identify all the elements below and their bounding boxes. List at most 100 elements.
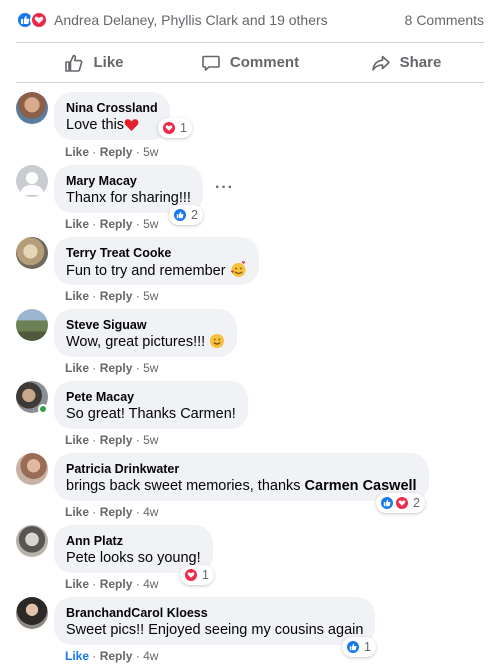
like-reaction-icon [172,207,188,223]
love-reaction-icon [183,567,199,583]
mention-link[interactable]: Carmen Caswell [305,478,417,494]
separator: · [135,361,140,375]
comment-time[interactable]: 5w [143,217,158,231]
like-reaction-icon [345,639,361,655]
action-bar: Like Comment Share [16,42,484,83]
comment-meta: Like · Reply · 5w [65,217,158,231]
comment-time[interactable]: 5w [143,145,158,159]
separator: · [135,505,140,519]
share-button-label: Share [399,54,442,71]
comment-bubble: Nina Crossland Love this [54,92,170,140]
comment-author[interactable]: BranchandCarol Kloess [66,605,363,621]
separator: · [92,289,97,303]
separator: · [135,289,140,303]
separator: · [135,433,140,447]
comment-like-link[interactable]: Like [65,505,89,519]
avatar[interactable] [16,237,48,269]
comment-reply-link[interactable]: Reply [100,361,133,375]
avatar[interactable] [16,165,48,197]
separator: · [92,505,97,519]
comment-reply-link[interactable]: Reply [100,145,133,159]
comment-meta: Like · Reply · 5w [65,289,158,303]
comment-reaction-badge[interactable]: 2 [376,493,425,513]
comment-count-link[interactable]: 8 Comments [405,12,484,28]
like-button[interactable]: Like [16,43,172,82]
comment-like-link[interactable]: Like [65,145,89,159]
comment-text: So great! Thanks Carmen! [66,406,236,422]
avatar[interactable] [16,92,48,124]
comment-reaction-badge[interactable]: 1 [158,118,192,138]
separator: · [92,145,97,159]
comment-time[interactable]: 5w [143,289,158,303]
comment-text: Pete looks so young! [66,550,201,566]
comment-bubble: Steve Siguaw Wow, great pictures!!! [54,309,238,357]
separator: · [92,433,97,447]
share-arrow-icon [371,55,390,71]
separator: · [135,649,140,663]
avatar[interactable] [16,525,48,557]
avatar[interactable] [16,309,48,341]
comment-time[interactable]: 5w [143,433,158,447]
comment-like-link[interactable]: Like [65,289,89,303]
comment-author[interactable]: Mary Macay [66,173,191,189]
comment-meta: Like · Reply · 4w [65,577,158,591]
avatar[interactable] [16,453,48,485]
comment-reaction-badge[interactable]: 1 [342,637,376,657]
separator: · [92,649,97,663]
comment-time[interactable]: 4w [143,577,158,591]
comment-reply-link[interactable]: Reply [100,577,133,591]
comment-text: Love this [66,117,125,133]
comment-bubble: Patricia Drinkwater brings back sweet me… [54,453,429,501]
heart-emoji-icon [124,118,139,138]
comment-like-link[interactable]: Like [65,433,89,447]
more-options-button[interactable]: ··· [215,179,234,197]
comment-text: Wow, great pictures!!! [66,334,206,350]
thumbs-up-icon [65,54,83,72]
share-button[interactable]: Share [328,43,484,82]
default-avatar-icon [20,172,44,195]
comment-author[interactable]: Patricia Drinkwater [66,461,417,477]
separator: · [135,577,140,591]
comment-reply-link[interactable]: Reply [100,505,133,519]
comment-author[interactable]: Terry Treat Cooke [66,245,247,261]
reaction-count: 1 [202,568,209,582]
comment-meta: Like · Reply · 4w [65,649,158,663]
comment-bubble: BranchandCarol Kloess Sweet pics!! Enjoy… [54,597,376,645]
comment-like-link[interactable]: Like [65,649,89,663]
smiling-face-icon [209,333,225,355]
comment-reaction-badge[interactable]: 2 [169,205,203,225]
comment-reaction-badge[interactable]: 1 [180,565,214,585]
online-status-indicator [38,404,48,414]
comment-reply-link[interactable]: Reply [100,289,133,303]
comment-time[interactable]: 4w [143,649,158,663]
love-reaction-icon [161,120,177,136]
comment-meta: Like · Reply · 4w [65,505,158,519]
comment-like-link[interactable]: Like [65,361,89,375]
comment-author[interactable]: Ann Platz [66,533,201,549]
separator: · [92,361,97,375]
reaction-count: 2 [413,496,420,510]
love-reaction-icon [30,11,48,29]
comment-reply-link[interactable]: Reply [100,649,133,663]
comment-time[interactable]: 4w [143,505,158,519]
comment-meta: Like · Reply · 5w [65,145,158,159]
avatar[interactable] [16,597,48,629]
comment-author[interactable]: Nina Crossland [66,100,158,116]
comment-meta: Like · Reply · 5w [65,433,158,447]
reaction-count: 1 [364,640,371,654]
comment-button[interactable]: Comment [172,43,328,82]
reaction-names[interactable]: Andrea Delaney, Phyllis Clark and 19 oth… [54,12,328,28]
separator: · [92,217,97,231]
reaction-icons[interactable] [16,11,48,29]
reaction-count: 2 [191,208,198,222]
comment-like-link[interactable]: Like [65,577,89,591]
comment-text: brings back sweet memories, thanks [66,478,301,494]
comment-time[interactable]: 5w [143,361,158,375]
comment-like-link[interactable]: Like [65,217,89,231]
comment-author[interactable]: Steve Siguaw [66,317,225,333]
comment-author[interactable]: Pete Macay [66,389,236,405]
comment-button-label: Comment [229,54,300,71]
comment-reply-link[interactable]: Reply [100,217,133,231]
comment-reply-link[interactable]: Reply [100,433,133,447]
like-reaction-icon [379,495,395,511]
